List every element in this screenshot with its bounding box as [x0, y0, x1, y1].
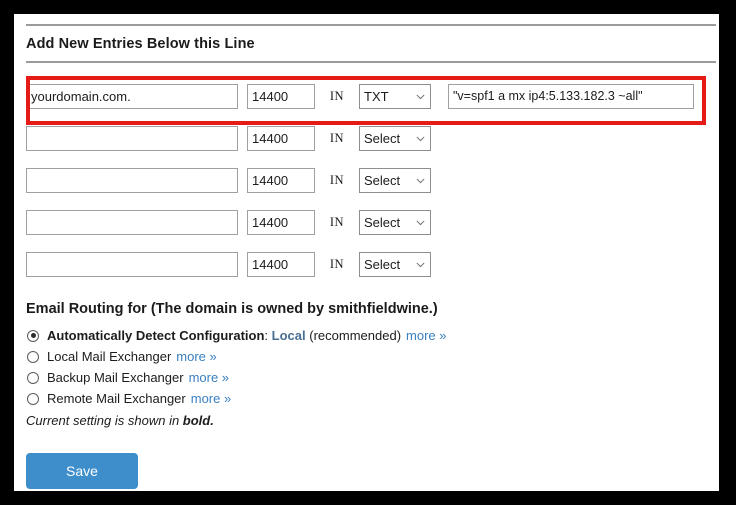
chevron-down-icon [415, 133, 426, 144]
radio-option-auto-detect[interactable]: Automatically Detect Configuration: Loca… [26, 325, 719, 346]
radio-option-remote-mx[interactable]: Remote Mail Exchanger more » [26, 388, 719, 409]
table-row: IN Select [26, 159, 719, 201]
chevron-down-icon [415, 259, 426, 270]
radio-button-icon[interactable] [27, 330, 39, 342]
table-row: IN TXT [26, 75, 719, 117]
record-name-input[interactable] [26, 252, 238, 277]
radio-button-icon[interactable] [27, 393, 39, 405]
email-routing-options: Automatically Detect Configuration: Loca… [26, 325, 719, 409]
record-class-label: IN [315, 89, 359, 104]
record-type-select[interactable]: Select [359, 126, 431, 151]
record-type-value: Select [364, 173, 415, 188]
record-ttl-input[interactable] [247, 126, 315, 151]
page-surface: Add New Entries Below this Line IN TXT [14, 14, 719, 491]
radio-option-local-mx[interactable]: Local Mail Exchanger more » [26, 346, 719, 367]
radio-mode-value: Local [272, 328, 306, 343]
page-inner: Add New Entries Below this Line IN TXT [14, 24, 719, 489]
record-type-select[interactable]: Select [359, 252, 431, 277]
chevron-down-icon [415, 91, 426, 102]
record-name-input[interactable] [26, 210, 238, 235]
record-type-value: Select [364, 257, 415, 272]
more-link[interactable]: more » [406, 328, 446, 343]
record-class-label: IN [315, 131, 359, 146]
table-row: IN Select [26, 201, 719, 243]
table-row: IN Select [26, 117, 719, 159]
radio-label: Automatically Detect Configuration [47, 328, 264, 343]
record-class-label: IN [315, 257, 359, 272]
more-link[interactable]: more » [189, 370, 229, 385]
record-ttl-input[interactable] [247, 210, 315, 235]
record-ttl-input[interactable] [247, 168, 315, 193]
radio-label: Remote Mail Exchanger [47, 391, 186, 406]
chevron-down-icon [415, 217, 426, 228]
record-type-value: TXT [364, 89, 415, 104]
note-prefix: Current setting is shown in [26, 413, 183, 428]
record-name-input[interactable] [26, 168, 238, 193]
radio-label-separator: : [264, 328, 268, 343]
table-row: IN Select [26, 243, 719, 285]
radio-button-icon[interactable] [27, 351, 39, 363]
radio-label: Backup Mail Exchanger [47, 370, 184, 385]
screenshot-frame: Add New Entries Below this Line IN TXT [0, 0, 736, 505]
radio-suffix: (recommended) [309, 328, 401, 343]
record-class-label: IN [315, 215, 359, 230]
record-type-select[interactable]: Select [359, 168, 431, 193]
record-ttl-input[interactable] [247, 252, 315, 277]
record-type-select[interactable]: TXT [359, 84, 431, 109]
chevron-down-icon [415, 175, 426, 186]
email-routing-title: Email Routing for (The domain is owned b… [26, 301, 719, 317]
record-type-value: Select [364, 131, 415, 146]
record-name-input[interactable] [26, 84, 238, 109]
record-ttl-input[interactable] [247, 84, 315, 109]
dns-records-rows: IN TXT IN Select [26, 63, 719, 285]
record-type-select[interactable]: Select [359, 210, 431, 235]
record-name-input[interactable] [26, 126, 238, 151]
page-title: Add New Entries Below this Line [26, 26, 719, 61]
record-class-label: IN [315, 173, 359, 188]
more-link[interactable]: more » [191, 391, 231, 406]
record-value-input[interactable] [448, 84, 694, 109]
note-bold: bold. [183, 413, 214, 428]
record-type-value: Select [364, 215, 415, 230]
save-button[interactable]: Save [26, 453, 138, 489]
radio-button-icon[interactable] [27, 372, 39, 384]
current-setting-note: Current setting is shown in bold. [26, 413, 719, 428]
radio-label: Local Mail Exchanger [47, 349, 171, 364]
radio-option-backup-mx[interactable]: Backup Mail Exchanger more » [26, 367, 719, 388]
more-link[interactable]: more » [176, 349, 216, 364]
